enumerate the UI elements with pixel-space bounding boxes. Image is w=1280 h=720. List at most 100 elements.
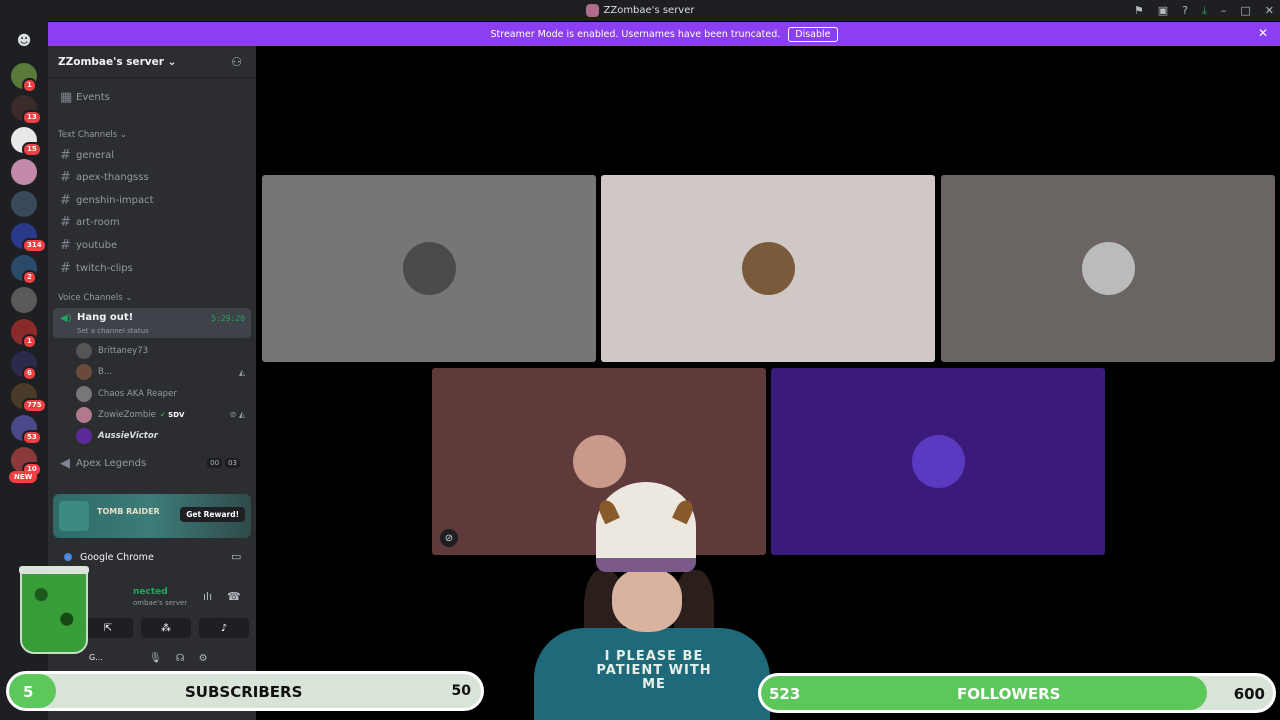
game-icon: ◭ bbox=[238, 367, 245, 377]
shirt-text: I PLEASE BE PATIENT WITH ME bbox=[596, 649, 712, 692]
connection-status: nected bbox=[133, 587, 168, 597]
voice-channels-category[interactable]: Voice Channels ⌄ bbox=[58, 293, 132, 303]
user-name: G... bbox=[89, 653, 103, 662]
stop-stream-icon[interactable]: ▭ bbox=[231, 550, 241, 563]
maximize-icon[interactable]: □ bbox=[1240, 4, 1250, 17]
events-label: Events bbox=[76, 91, 110, 103]
text-channel-item[interactable]: # apex-thangsss bbox=[53, 167, 251, 189]
server-icon[interactable] bbox=[11, 191, 37, 217]
calendar-icon: ▦ bbox=[60, 89, 73, 105]
sdv-badge: ✔ SDV bbox=[159, 410, 185, 419]
add-member-icon[interactable]: ⚇ bbox=[231, 55, 242, 69]
face bbox=[612, 568, 682, 632]
hash-icon: # bbox=[60, 237, 71, 253]
mention-badge: 1 bbox=[22, 334, 37, 349]
hash-icon: # bbox=[60, 170, 71, 186]
events-item[interactable]: ▦ Events bbox=[53, 86, 251, 108]
cup-overlay bbox=[19, 566, 89, 654]
game-thumbnail bbox=[59, 501, 89, 531]
video-tile[interactable] bbox=[601, 175, 935, 362]
participant-avatar bbox=[742, 242, 795, 295]
voice-user[interactable]: Chaos AKA Reaper bbox=[76, 384, 251, 404]
voice-user[interactable]: Brittaney73 bbox=[76, 341, 251, 361]
mention-badge: 53 bbox=[22, 430, 42, 445]
disable-button[interactable]: Disable bbox=[788, 26, 838, 42]
mention-badge: 775 bbox=[22, 398, 47, 413]
mention-badge: 1 bbox=[22, 78, 37, 93]
discord-home-icon[interactable]: ☻ bbox=[10, 27, 38, 55]
channel-status[interactable]: Set a channel status bbox=[77, 327, 149, 335]
minimize-icon[interactable]: – bbox=[1221, 4, 1227, 17]
participant-avatar bbox=[403, 242, 456, 295]
mention-badge: 314 bbox=[22, 238, 47, 253]
webcam-streamer: I PLEASE BE PATIENT WITH ME bbox=[534, 480, 770, 720]
count-a: 00 bbox=[207, 458, 223, 468]
user-name: Chaos AKA Reaper bbox=[98, 388, 177, 399]
followers-label: FOLLOWERS bbox=[957, 685, 1061, 703]
count-b: 03 bbox=[225, 458, 240, 468]
mention-badge: 6 bbox=[22, 366, 37, 381]
dismiss-icon[interactable]: ✕ bbox=[1258, 26, 1268, 40]
participant-avatar bbox=[1082, 242, 1135, 295]
noise-suppression-icon[interactable]: ılı bbox=[203, 590, 212, 603]
text-channel-item[interactable]: # general bbox=[53, 144, 251, 166]
followers-goal-bar: 523 FOLLOWERS 600 bbox=[758, 673, 1276, 713]
help-icon[interactable]: ? bbox=[1182, 4, 1188, 17]
subscribers-label: SUBSCRIBERS bbox=[185, 683, 303, 701]
video-tile[interactable] bbox=[941, 175, 1275, 362]
muted-game-icon: ⊘ ◭ bbox=[229, 410, 245, 420]
inbox-icon[interactable]: ⚑ bbox=[1134, 4, 1144, 17]
voice-channel-hang-out[interactable]: ◀) Hang out! Set a channel status 5:29:2… bbox=[53, 308, 251, 338]
text-channel-item[interactable]: # youtube bbox=[53, 234, 251, 256]
user-name: B... bbox=[98, 367, 112, 378]
speaker-icon: ◀ bbox=[60, 455, 70, 471]
disconnect-icon[interactable]: ☎ bbox=[227, 590, 241, 603]
share-screen-button[interactable]: ⇱ bbox=[83, 618, 133, 638]
server-icon[interactable] bbox=[11, 159, 37, 185]
headphones-icon[interactable]: ☊ bbox=[176, 653, 185, 664]
video-tile[interactable] bbox=[262, 175, 596, 362]
close-icon[interactable]: ✕ bbox=[1265, 4, 1274, 17]
server-icon bbox=[585, 4, 599, 17]
category-label: Text Channels bbox=[58, 130, 118, 140]
mention-badge: 13 bbox=[22, 110, 42, 125]
voice-user[interactable]: AussieVictor bbox=[76, 426, 251, 446]
channel-name: youtube bbox=[76, 239, 118, 251]
text-channel-item[interactable]: # art-room bbox=[53, 212, 251, 234]
server-icon[interactable] bbox=[11, 287, 37, 313]
text-channel-item[interactable]: # genshin-impact bbox=[53, 189, 251, 211]
settings-icon[interactable]: ⚙ bbox=[199, 653, 208, 664]
microphone-icon[interactable]: 🎙 bbox=[149, 653, 162, 664]
hash-icon: # bbox=[60, 147, 71, 163]
download-icon[interactable]: ⤓ bbox=[1202, 4, 1207, 18]
connection-server: ombae's server bbox=[133, 599, 188, 607]
user-controls: 🎙 ☊ ⚙ bbox=[149, 653, 208, 664]
speaker-icon: ◀) bbox=[60, 313, 72, 324]
stream-source: Google Chrome bbox=[61, 550, 154, 564]
channel-name: twitch-clips bbox=[76, 262, 133, 274]
server-header[interactable]: ZZombae's server ⌄ ⚇ bbox=[48, 46, 256, 78]
user-name: Brittaney73 bbox=[98, 346, 149, 356]
text-channels-category[interactable]: Text Channels ⌄ bbox=[58, 130, 127, 140]
window-title: ZZombae's server bbox=[603, 5, 695, 16]
voice-user[interactable]: ZowieZombie ✔ SDV ⊘ ◭ bbox=[76, 405, 251, 425]
voice-channel-apex-legends[interactable]: ◀ Apex Legends 00 03 bbox=[53, 452, 251, 474]
hash-icon: # bbox=[60, 192, 71, 208]
voice-channel-name: Apex Legends bbox=[76, 457, 147, 469]
chrome-icon bbox=[61, 550, 75, 564]
soundboard-button[interactable]: ♪ bbox=[199, 618, 249, 638]
channel-name: apex-thangsss bbox=[76, 172, 149, 184]
mention-badge: 15 bbox=[22, 142, 42, 157]
game-logo: TOMB RAIDER bbox=[97, 507, 160, 516]
avatar bbox=[76, 364, 92, 381]
video-tile[interactable] bbox=[771, 368, 1105, 555]
cup-lid bbox=[19, 566, 89, 574]
voice-user[interactable]: B... ◭ bbox=[76, 362, 251, 382]
server-name: ZZombae's server bbox=[58, 55, 164, 68]
screen-icon[interactable]: ▣ bbox=[1158, 4, 1168, 17]
text-channel-item[interactable]: # twitch-clips bbox=[53, 257, 251, 279]
avatar bbox=[76, 428, 92, 445]
new-badge: NEW bbox=[9, 471, 38, 483]
activities-button[interactable]: ⁂ bbox=[141, 618, 191, 638]
get-reward-button[interactable]: Get Reward! bbox=[180, 507, 245, 522]
